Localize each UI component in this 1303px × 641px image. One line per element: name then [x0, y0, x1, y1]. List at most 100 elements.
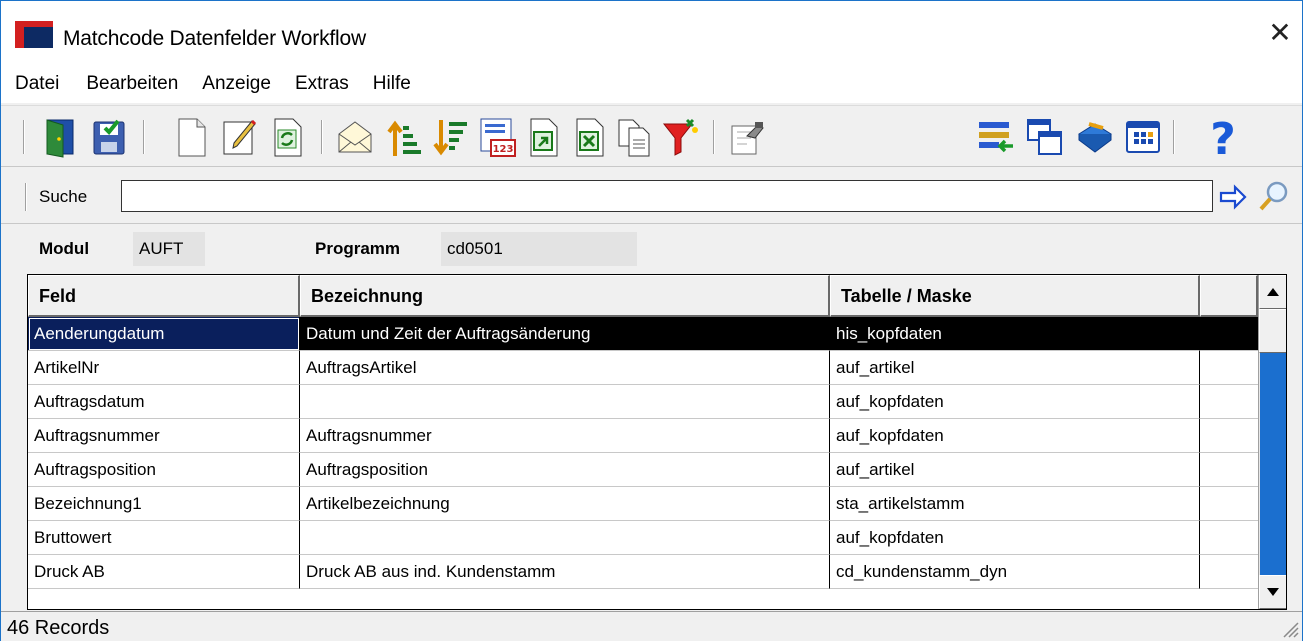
- cell-feld[interactable]: Auftragsnummer: [28, 419, 300, 453]
- cell-tabelle-maske[interactable]: auf_artikel: [830, 351, 1200, 385]
- column-header-extra[interactable]: [1200, 275, 1258, 317]
- cell-extra[interactable]: [1200, 351, 1258, 385]
- import-list-button[interactable]: [973, 114, 1017, 160]
- menu-datei[interactable]: Datei: [15, 73, 59, 95]
- copy-button[interactable]: [613, 114, 657, 160]
- refresh-icon: [274, 118, 302, 157]
- toolbar: 123 ?: [1, 105, 1302, 167]
- edit-icon: [223, 119, 257, 155]
- table-row[interactable]: Auftragsdatum auf_kopfdaten: [28, 385, 1258, 419]
- cell-extra[interactable]: [1200, 555, 1258, 589]
- cell-bezeichnung[interactable]: [300, 385, 830, 419]
- edit-button[interactable]: [217, 114, 261, 160]
- cell-tabelle-maske[interactable]: auf_kopfdaten: [830, 521, 1200, 555]
- cell-feld[interactable]: Auftragsdatum: [28, 385, 300, 419]
- cell-extra[interactable]: [1200, 453, 1258, 487]
- cell-feld[interactable]: Aenderungdatum: [28, 317, 300, 351]
- modul-value: AUFT: [133, 232, 205, 266]
- menu-hilfe[interactable]: Hilfe: [373, 73, 411, 95]
- table-row[interactable]: ArtikelNr AuftragsArtikel auf_artikel: [28, 351, 1258, 385]
- cell-tabelle-maske[interactable]: auf_kopfdaten: [830, 385, 1200, 419]
- scroll-track[interactable]: [1260, 353, 1286, 575]
- windows-icon: [1027, 119, 1062, 155]
- scroll-up-button[interactable]: [1259, 275, 1286, 309]
- grid-view-button[interactable]: [1121, 114, 1165, 160]
- menu-anzeige[interactable]: Anzeige: [202, 73, 271, 95]
- sort-ascending-icon: [387, 120, 421, 156]
- cell-bezeichnung[interactable]: Druck AB aus ind. Kundenstamm: [300, 555, 830, 589]
- cell-feld[interactable]: ArtikelNr: [28, 351, 300, 385]
- scroll-thumb[interactable]: [1259, 309, 1286, 353]
- help-button[interactable]: ?: [1201, 114, 1245, 160]
- table-row[interactable]: Aenderungdatum Datum und Zeit der Auftrag…: [28, 317, 1258, 351]
- cell-extra[interactable]: [1200, 385, 1258, 419]
- column-header-bezeichnung[interactable]: Bezeichnung: [300, 275, 830, 317]
- cell-extra[interactable]: [1200, 487, 1258, 521]
- cell-bezeichnung[interactable]: Datum und Zeit der Auftragsänderung: [300, 317, 830, 351]
- vertical-scrollbar[interactable]: [1258, 275, 1286, 609]
- search-bar: Suche: [1, 168, 1302, 224]
- close-button[interactable]: ✕: [1260, 13, 1300, 53]
- sort-descending-button[interactable]: [427, 114, 471, 160]
- book-button[interactable]: [1073, 114, 1117, 160]
- magnifier-icon[interactable]: [1257, 179, 1291, 213]
- properties-button[interactable]: [725, 114, 769, 160]
- programm-value: cd0501: [441, 232, 637, 266]
- menu-bar: Datei Bearbeiten Anzeige Extras Hilfe: [1, 65, 1302, 103]
- resize-grip-icon[interactable]: [1280, 619, 1300, 639]
- programm-label: Programm: [315, 239, 401, 258]
- mail-icon: [338, 121, 372, 153]
- main-window: Matchcode Datenfelder Workflow ✕ Datei B…: [0, 0, 1303, 641]
- save-button[interactable]: [87, 114, 131, 160]
- cell-tabelle-maske[interactable]: auf_artikel: [830, 453, 1200, 487]
- table-row[interactable]: Druck AB Druck AB aus ind. Kundenstamm cd_…: [28, 555, 1258, 589]
- scroll-down-button[interactable]: [1259, 575, 1286, 609]
- cell-bezeichnung[interactable]: [300, 521, 830, 555]
- toolbar-separator: [713, 120, 715, 154]
- menu-extras[interactable]: Extras: [295, 73, 349, 95]
- export-button[interactable]: [521, 114, 565, 160]
- mail-button[interactable]: [333, 114, 377, 160]
- refresh-button[interactable]: [265, 114, 309, 160]
- column-header-feld[interactable]: Feld: [28, 275, 300, 317]
- excel-export-icon: [576, 118, 604, 157]
- table-row[interactable]: Auftragsposition Auftragsposition auf_arti…: [28, 453, 1258, 487]
- data-grid: Feld Bezeichnung Tabelle / Maske Aenderu…: [27, 274, 1287, 610]
- search-input[interactable]: [121, 180, 1213, 212]
- windows-button[interactable]: [1023, 114, 1067, 160]
- cell-bezeichnung[interactable]: Artikelbezeichnung: [300, 487, 830, 521]
- cell-bezeichnung[interactable]: Auftragsposition: [300, 453, 830, 487]
- cell-tabelle-maske[interactable]: auf_kopfdaten: [830, 419, 1200, 453]
- toolbar-separator: [1173, 120, 1175, 154]
- calendar-button[interactable]: 123: [475, 114, 519, 160]
- cell-bezeichnung[interactable]: AuftragsArtikel: [300, 351, 830, 385]
- table-row[interactable]: Auftragsnummer Auftragsnummer auf_kopfdate…: [28, 419, 1258, 453]
- excel-export-button[interactable]: [567, 114, 611, 160]
- cell-feld[interactable]: Druck AB: [28, 555, 300, 589]
- cell-tabelle-maske[interactable]: his_kopfdaten: [830, 317, 1200, 351]
- column-header-tabelle-maske[interactable]: Tabelle / Maske: [830, 275, 1200, 317]
- table-row[interactable]: Bezeichnung1 Artikelbezeichnung sta_artike…: [28, 487, 1258, 521]
- exit-button[interactable]: [39, 114, 83, 160]
- menu-bearbeiten[interactable]: Bearbeiten: [86, 73, 178, 95]
- modul-label: Modul: [39, 239, 90, 258]
- cell-feld[interactable]: Bezeichnung1: [28, 487, 300, 521]
- cell-feld[interactable]: Auftragsposition: [28, 453, 300, 487]
- cell-bezeichnung[interactable]: Auftragsnummer: [300, 419, 830, 453]
- search-grip: [25, 183, 27, 211]
- book-icon: [1078, 122, 1112, 153]
- cell-extra[interactable]: [1200, 317, 1258, 351]
- cell-feld[interactable]: Bruttowert: [28, 521, 300, 555]
- svg-text:123: 123: [493, 144, 514, 155]
- cell-extra[interactable]: [1200, 419, 1258, 453]
- cell-extra[interactable]: [1200, 521, 1258, 555]
- sort-ascending-button[interactable]: [381, 114, 425, 160]
- table-row[interactable]: Bruttowert auf_kopfdaten: [28, 521, 1258, 555]
- cell-tabelle-maske[interactable]: sta_artikelstamm: [830, 487, 1200, 521]
- chevron-down-icon: [1267, 588, 1279, 596]
- properties-icon: [731, 122, 764, 155]
- new-document-button[interactable]: [169, 114, 213, 160]
- filter-button[interactable]: [659, 114, 703, 160]
- cell-tabelle-maske[interactable]: cd_kundenstamm_dyn: [830, 555, 1200, 589]
- arrow-right-icon[interactable]: [1219, 184, 1247, 210]
